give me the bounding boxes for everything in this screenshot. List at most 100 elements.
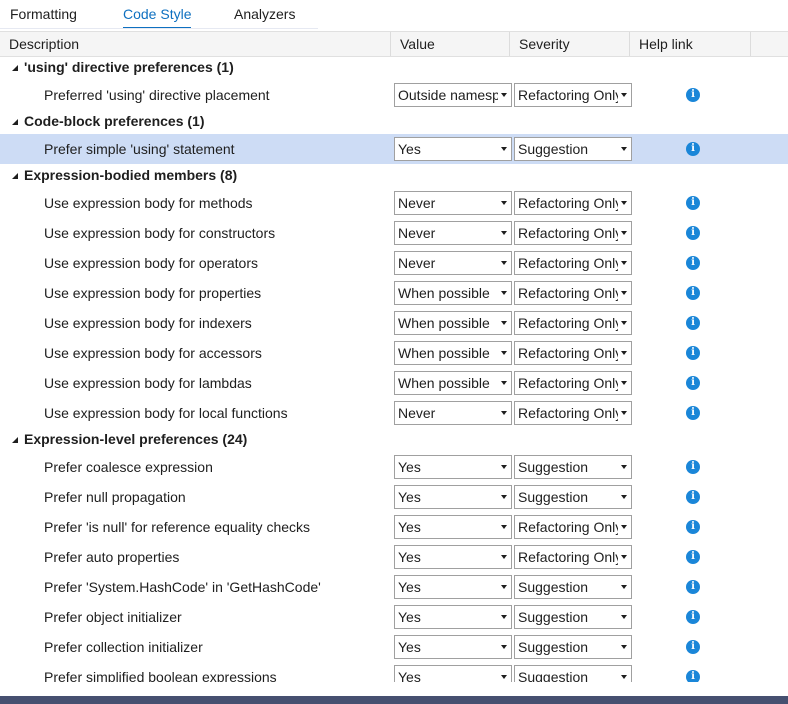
chevron-down-icon[interactable] — [498, 84, 511, 106]
info-icon[interactable]: i — [686, 88, 700, 102]
collapse-triangle-icon[interactable] — [12, 119, 18, 125]
info-icon[interactable]: i — [686, 520, 700, 534]
value-dropdown[interactable]: When possible — [394, 311, 512, 335]
column-value[interactable]: Value — [391, 32, 510, 56]
info-icon[interactable]: i — [686, 670, 700, 682]
info-icon[interactable]: i — [686, 490, 700, 504]
info-icon[interactable]: i — [686, 610, 700, 624]
chevron-down-icon[interactable] — [618, 576, 631, 598]
setting-row[interactable]: Prefer 'System.HashCode' in 'GetHashCode… — [0, 572, 788, 602]
severity-dropdown[interactable]: Refactoring Only — [514, 545, 632, 569]
chevron-down-icon[interactable] — [498, 252, 511, 274]
value-dropdown[interactable]: Yes — [394, 545, 512, 569]
value-dropdown[interactable]: Yes — [394, 575, 512, 599]
chevron-down-icon[interactable] — [498, 576, 511, 598]
chevron-down-icon[interactable] — [618, 192, 631, 214]
info-icon[interactable]: i — [686, 406, 700, 420]
chevron-down-icon[interactable] — [618, 342, 631, 364]
severity-dropdown[interactable]: Suggestion — [514, 665, 632, 682]
severity-dropdown[interactable]: Refactoring Only — [514, 515, 632, 539]
chevron-down-icon[interactable] — [618, 282, 631, 304]
severity-dropdown[interactable]: Refactoring Only — [514, 311, 632, 335]
setting-row[interactable]: Prefer simplified boolean expressions Yes… — [0, 662, 788, 682]
info-icon[interactable]: i — [686, 196, 700, 210]
value-dropdown[interactable]: Yes — [394, 665, 512, 682]
setting-row[interactable]: Use expression body for lambdas When poss… — [0, 368, 788, 398]
chevron-down-icon[interactable] — [618, 402, 631, 424]
tab-formatting[interactable]: Formatting — [10, 5, 77, 27]
chevron-down-icon[interactable] — [498, 372, 511, 394]
chevron-down-icon[interactable] — [618, 372, 631, 394]
severity-dropdown[interactable]: Refactoring Only — [514, 191, 632, 215]
chevron-down-icon[interactable] — [498, 666, 511, 682]
value-dropdown[interactable]: Yes — [394, 485, 512, 509]
chevron-down-icon[interactable] — [618, 666, 631, 682]
group-header[interactable]: Expression-level preferences (24) — [0, 428, 788, 452]
chevron-down-icon[interactable] — [618, 516, 631, 538]
chevron-down-icon[interactable] — [618, 84, 631, 106]
chevron-down-icon[interactable] — [498, 456, 511, 478]
setting-row[interactable]: Prefer simple 'using' statement Yes Sugges… — [0, 134, 788, 164]
collapse-triangle-icon[interactable] — [12, 65, 18, 71]
chevron-down-icon[interactable] — [498, 402, 511, 424]
value-dropdown[interactable]: Outside namespace — [394, 83, 512, 107]
chevron-down-icon[interactable] — [618, 222, 631, 244]
setting-row[interactable]: Use expression body for operators Never Re… — [0, 248, 788, 278]
chevron-down-icon[interactable] — [498, 606, 511, 628]
setting-row[interactable]: Use expression body for methods Never Refa… — [0, 188, 788, 218]
chevron-down-icon[interactable] — [618, 138, 631, 160]
setting-row[interactable]: Prefer auto properties Yes Refactoring Onl… — [0, 542, 788, 572]
setting-row[interactable]: Use expression body for constructors Neve… — [0, 218, 788, 248]
setting-row[interactable]: Prefer object initializer Yes Suggestion i — [0, 602, 788, 632]
info-icon[interactable]: i — [686, 376, 700, 390]
info-icon[interactable]: i — [686, 142, 700, 156]
chevron-down-icon[interactable] — [498, 636, 511, 658]
chevron-down-icon[interactable] — [618, 456, 631, 478]
info-icon[interactable]: i — [686, 580, 700, 594]
severity-dropdown[interactable]: Refactoring Only — [514, 251, 632, 275]
severity-dropdown[interactable]: Refactoring Only — [514, 401, 632, 425]
severity-dropdown[interactable]: Refactoring Only — [514, 371, 632, 395]
setting-row[interactable]: Prefer coalesce expression Yes Suggestion i — [0, 452, 788, 482]
severity-dropdown[interactable]: Suggestion — [514, 605, 632, 629]
severity-dropdown[interactable]: Refactoring Only — [514, 341, 632, 365]
value-dropdown[interactable]: Yes — [394, 137, 512, 161]
severity-dropdown[interactable]: Refactoring Only — [514, 281, 632, 305]
value-dropdown[interactable]: Yes — [394, 455, 512, 479]
chevron-down-icon[interactable] — [498, 282, 511, 304]
setting-row[interactable]: Prefer null propagation Yes Suggestion i — [0, 482, 788, 512]
value-dropdown[interactable]: Yes — [394, 635, 512, 659]
info-icon[interactable]: i — [686, 640, 700, 654]
group-header[interactable]: Expression-bodied members (8) — [0, 164, 788, 188]
setting-row[interactable]: Prefer collection initializer Yes Suggesti… — [0, 632, 788, 662]
setting-row[interactable]: Use expression body for indexers When pos… — [0, 308, 788, 338]
chevron-down-icon[interactable] — [618, 606, 631, 628]
info-icon[interactable]: i — [686, 286, 700, 300]
column-description[interactable]: Description — [0, 32, 391, 56]
setting-row[interactable]: Preferred 'using' directive placement Out… — [0, 80, 788, 110]
value-dropdown[interactable]: Yes — [394, 605, 512, 629]
value-dropdown[interactable]: When possible — [394, 341, 512, 365]
severity-dropdown[interactable]: Suggestion — [514, 137, 632, 161]
info-icon[interactable]: i — [686, 550, 700, 564]
column-severity[interactable]: Severity — [510, 32, 630, 56]
info-icon[interactable]: i — [686, 226, 700, 240]
severity-dropdown[interactable]: Suggestion — [514, 635, 632, 659]
value-dropdown[interactable]: When possible — [394, 371, 512, 395]
info-icon[interactable]: i — [686, 316, 700, 330]
chevron-down-icon[interactable] — [498, 486, 511, 508]
severity-dropdown[interactable]: Suggestion — [514, 485, 632, 509]
group-header[interactable]: 'using' directive preferences (1) — [0, 56, 788, 80]
tab-analyzers[interactable]: Analyzers — [234, 5, 295, 27]
info-icon[interactable]: i — [686, 256, 700, 270]
group-header[interactable]: Code-block preferences (1) — [0, 110, 788, 134]
chevron-down-icon[interactable] — [618, 486, 631, 508]
setting-row[interactable]: Prefer 'is null' for reference equality … — [0, 512, 788, 542]
column-help-link[interactable]: Help link — [630, 32, 751, 56]
value-dropdown[interactable]: Never — [394, 401, 512, 425]
severity-dropdown[interactable]: Suggestion — [514, 575, 632, 599]
chevron-down-icon[interactable] — [498, 516, 511, 538]
collapse-triangle-icon[interactable] — [12, 437, 18, 443]
severity-dropdown[interactable]: Refactoring Only — [514, 83, 632, 107]
value-dropdown[interactable]: Never — [394, 191, 512, 215]
